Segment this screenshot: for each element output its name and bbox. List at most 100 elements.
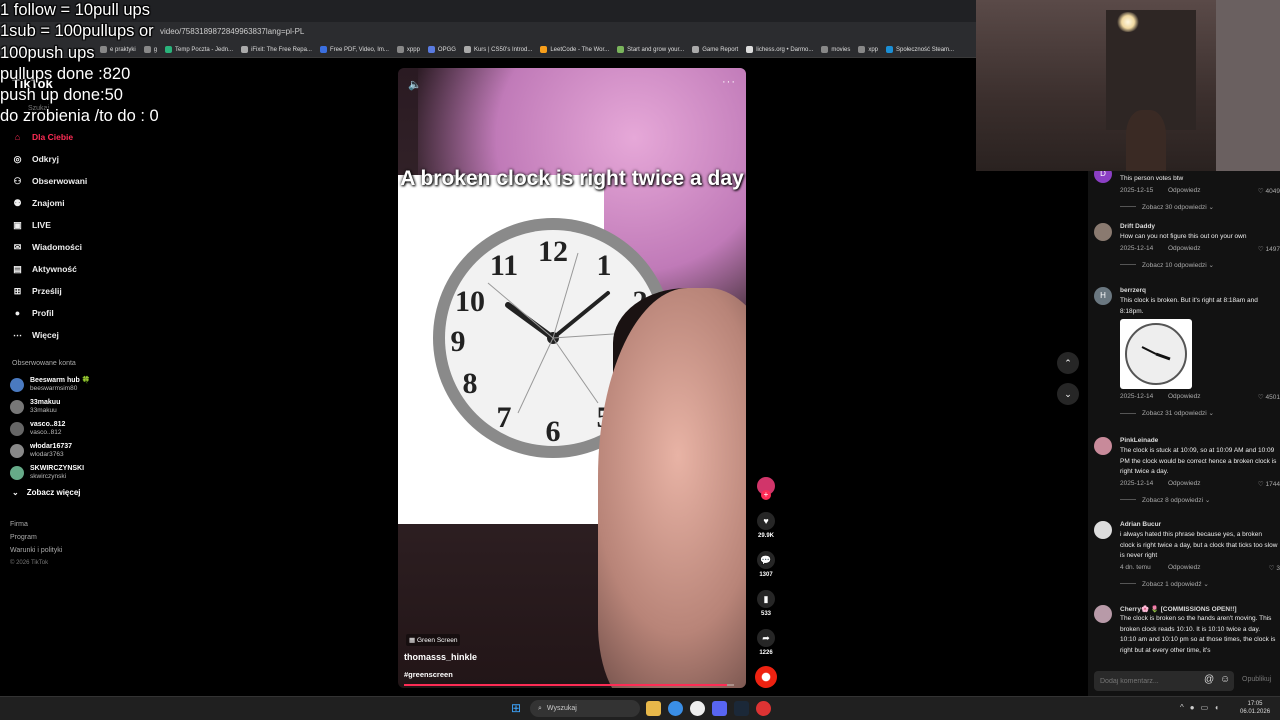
bookmark-favicon-icon <box>692 46 700 53</box>
sidebar-item-messages[interactable]: ✉ Wiadomości <box>0 236 200 258</box>
previous-video-button[interactable]: ⌃ <box>1057 352 1079 374</box>
sidebar-item-more[interactable]: ⋯ Więcej <box>0 324 200 346</box>
followed-account[interactable]: Beeswarm hub 🍀 beeswarmsim80 <box>10 374 90 396</box>
view-replies-button[interactable]: Zobacz 30 odpowiedzi ⌄ <box>1120 203 1214 211</box>
footer-link[interactable]: Warunki i polityki <box>10 544 62 557</box>
comment-username[interactable]: Cherry🌸 🌷 [COMMISSIONS OPEN!!] <box>1120 605 1237 613</box>
reply-button[interactable]: Odpowiedz <box>1168 480 1201 487</box>
share-button[interactable]: ➦ 1226 <box>754 629 778 656</box>
bookmark-item[interactable]: OPGG <box>427 46 456 53</box>
footer-link[interactable]: Firma <box>10 518 62 531</box>
taskbar-clock[interactable]: 17:05 06.01.2026 <box>1240 700 1270 716</box>
avatar[interactable]: H <box>1094 287 1112 305</box>
comment-username[interactable]: berrzerq <box>1120 287 1146 294</box>
followed-account[interactable]: vasco..812 vasco..812 <box>10 418 90 440</box>
bookmark-item[interactable]: Start and grow your... <box>617 46 684 53</box>
followed-account[interactable]: włodar16737 wlodar3763 <box>10 440 90 462</box>
bookmark-label: LeetCode - The Wor... <box>550 46 610 53</box>
next-video-button[interactable]: ⌄ <box>1057 383 1079 405</box>
save-button[interactable]: ▮ 533 <box>754 590 778 617</box>
avatar[interactable] <box>1094 437 1112 455</box>
video-author[interactable]: thomasss_hinkle <box>404 652 477 662</box>
sidebar-item-friends[interactable]: ⚉ Znajomi <box>0 192 200 214</box>
view-replies-button[interactable]: Zobacz 10 odpowiedzi ⌄ <box>1120 261 1214 269</box>
view-replies-button[interactable]: Zobacz 1 odpowiedź ⌄ <box>1120 580 1209 588</box>
tray-chevron-icon[interactable]: ^ <box>1180 703 1184 712</box>
view-replies-button[interactable]: Zobacz 8 odpowiedzi ⌄ <box>1120 496 1210 504</box>
comment-like-count: 1497 <box>1265 245 1280 253</box>
avatar[interactable] <box>1094 521 1112 539</box>
sidebar-item-live[interactable]: ▣ LIVE <box>0 214 200 236</box>
comment-username[interactable]: PinkLeinade <box>1120 437 1158 444</box>
sidebar-item-profile[interactable]: ● Profil <box>0 302 200 324</box>
bookmark-item[interactable]: iFixit: The Free Repa... <box>241 46 312 53</box>
music-disc-icon[interactable] <box>755 666 777 688</box>
bookmark-label: Free PDF, Video, Im... <box>329 46 389 53</box>
bookmark-item[interactable]: movies <box>821 46 850 53</box>
bookmark-item[interactable]: lichess.org • Darmo... <box>746 46 813 53</box>
bookmark-item[interactable]: Free PDF, Video, Im... <box>319 46 389 53</box>
sidebar-item-home[interactable]: ⌂ Dla Ciebie <box>0 126 200 148</box>
see-more-button[interactable]: ⌄ Zobacz więcej <box>12 488 81 497</box>
windows-start-icon[interactable]: ⊞ <box>511 702 524 715</box>
footer-link[interactable]: Program <box>10 531 62 544</box>
speaker-icon[interactable]: ◖ <box>1214 703 1219 712</box>
microphone-icon[interactable]: ● <box>1190 703 1195 712</box>
bookmark-item[interactable]: Kurs | CS50's Introd... <box>463 46 532 53</box>
more-options-icon[interactable]: ··· <box>722 76 736 88</box>
followed-account[interactable]: SKWIRCZYNSKI skwirczynski <box>10 462 90 484</box>
bookmark-item[interactable]: LeetCode - The Wor... <box>540 46 609 53</box>
followed-account[interactable]: 33makuu 33makuu <box>10 396 90 418</box>
url-text[interactable]: video/7583189872849963837lang=pl-PL <box>160 27 304 36</box>
comment-like-button[interactable]: ♡ 4049 <box>1258 187 1280 195</box>
bookmark-item[interactable]: Społeczność Steam... <box>886 46 954 53</box>
post-comment-button[interactable]: Opublikuj <box>1242 676 1271 683</box>
video-player[interactable]: 12 1 2 3 4 5 6 7 8 9 10 11 A broken cloc… <box>398 68 746 688</box>
video-hashtag[interactable]: #greenscreen <box>404 670 453 679</box>
bookmark-favicon-icon <box>858 46 866 53</box>
chevron-up-icon: ⌃ <box>1064 358 1072 368</box>
comment-username[interactable]: Drift Daddy <box>1120 223 1155 230</box>
reply-button[interactable]: Odpowiedz <box>1168 393 1201 400</box>
reply-button[interactable]: Odpowiedz <box>1168 245 1201 252</box>
avatar[interactable]: D <box>1094 171 1112 183</box>
bookmark-item[interactable]: xppp <box>396 46 420 53</box>
sidebar-item-upload[interactable]: ⊞ Prześlij <box>0 280 200 302</box>
taskbar-search[interactable]: ⌕ Wyszukaj <box>530 700 640 717</box>
file-explorer-icon[interactable] <box>646 701 661 716</box>
follow-plus-icon[interactable]: + <box>761 490 771 500</box>
reply-button[interactable]: Odpowiedz <box>1168 564 1201 571</box>
bookmark-item[interactable]: Game Report <box>692 46 738 53</box>
comment-button[interactable]: 💬 1307 <box>754 551 778 578</box>
comment-like-button[interactable]: ♡ 1744 <box>1258 480 1280 488</box>
comment-clock-image[interactable] <box>1120 319 1192 389</box>
like-button[interactable]: ♥ 29.9K <box>754 512 778 539</box>
comment-like-count: 4501 <box>1265 394 1280 401</box>
obs-icon[interactable] <box>756 701 771 716</box>
comment-like-button[interactable]: ♡ 4501 <box>1258 393 1280 401</box>
reply-button[interactable]: Odpowiedz <box>1168 187 1201 194</box>
view-replies-button[interactable]: Zobacz 31 odpowiedzi ⌄ <box>1120 409 1214 417</box>
chrome-icon[interactable] <box>668 701 683 716</box>
discord-icon[interactable] <box>712 701 727 716</box>
comment-like-button[interactable]: ♡ 1497 <box>1258 245 1280 253</box>
avatar <box>10 422 24 436</box>
network-icon[interactable]: ▭ <box>1201 703 1209 712</box>
emoji-icon[interactable]: ☺ <box>1220 674 1230 685</box>
comment-username[interactable]: D <box>1120 171 1125 172</box>
mention-icon[interactable]: @ <box>1204 674 1214 685</box>
bookmark-item[interactable]: Temp Poczta - Jedn... <box>165 46 233 53</box>
steam-icon[interactable] <box>734 701 749 716</box>
sidebar-item-activity[interactable]: ▤ Aktywność <box>0 258 200 280</box>
app-icon[interactable] <box>690 701 705 716</box>
bookmark-item[interactable]: xpp <box>858 46 878 53</box>
effect-tag-chip[interactable]: ▦ Green Screen <box>406 634 461 646</box>
sidebar-item-compass[interactable]: ◎ Odkryj <box>0 148 200 170</box>
volume-icon[interactable]: 🔈 <box>408 78 422 91</box>
comment-username[interactable]: Adrian Bucur <box>1120 521 1161 528</box>
sidebar-item-user-follow[interactable]: ⚇ Obserwowani <box>0 170 200 192</box>
avatar[interactable] <box>1094 605 1112 623</box>
video-progress-bar[interactable] <box>404 684 734 686</box>
comment-like-button[interactable]: ♡ 3 <box>1269 564 1280 572</box>
avatar[interactable] <box>1094 223 1112 241</box>
